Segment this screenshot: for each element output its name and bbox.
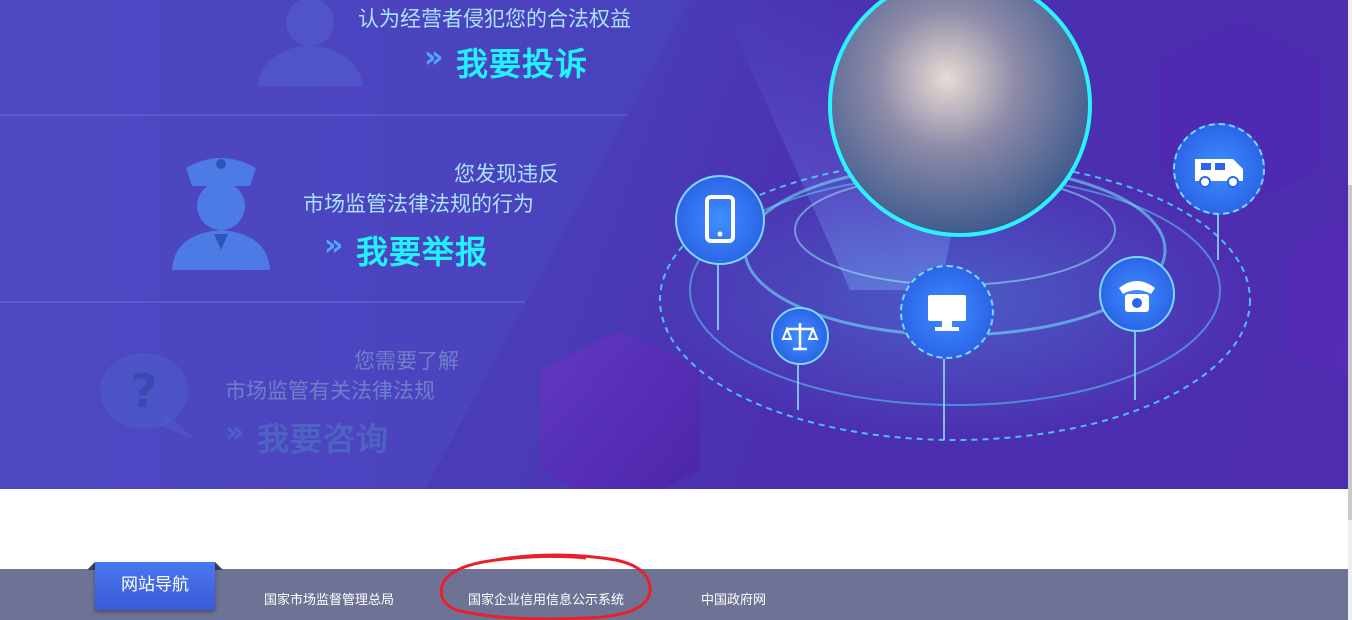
annotation-circle [439, 553, 652, 620]
report-description-line1: 您发现违反 [454, 162, 559, 186]
report-description-line2: 市场监管法律法规的行为 [303, 192, 534, 216]
police-officer-icon [168, 150, 274, 270]
nav-label-corner [87, 562, 95, 570]
complaint-description: 认为经营者侵犯您的合法权益 [358, 7, 631, 31]
svg-text:?: ? [131, 364, 158, 418]
report-button[interactable]: 我要举报 [356, 227, 488, 273]
mobile-phone-icon [675, 175, 765, 265]
complaint-entry[interactable]: 认为经营者侵犯您的合法权益 » 我要投诉 [340, 0, 660, 90]
consult-description-line1: 您需要了解 [354, 349, 459, 373]
consult-button[interactable]: 我要咨询 [257, 414, 389, 460]
nav-link-samr[interactable]: 国家市场监督管理总局 [264, 589, 394, 608]
consult-description-line2: 市场监管有关法律法规 [225, 379, 435, 403]
hero-banner: ? 认为经营者侵犯您的合法权益 » 我要投诉 您发现违反 市场监管法律法规的行为… [0, 0, 1352, 489]
scrollbar-thumb[interactable] [1348, 185, 1352, 520]
nav-link-gov-cn[interactable]: 中国政府网 [701, 589, 766, 608]
question-bubble-icon: ? [98, 345, 198, 445]
chevron-right-icon: » [324, 228, 344, 263]
scales-of-justice-icon [771, 307, 829, 365]
monitor-icon [900, 265, 994, 359]
complaint-button[interactable]: 我要投诉 [456, 39, 588, 85]
van-icon [1173, 123, 1265, 215]
telephone-icon [1099, 256, 1175, 332]
report-entry[interactable]: 您发现违反 市场监管法律法规的行为 » 我要举报 [300, 155, 590, 275]
consult-entry[interactable]: 您需要了解 市场监管有关法律法规 » 我要咨询 [220, 342, 490, 462]
site-nav-title: 网站导航 [95, 562, 215, 610]
chevron-right-icon: » [225, 415, 245, 450]
nav-label-corner [215, 562, 223, 570]
chevron-right-icon: » [424, 40, 444, 75]
